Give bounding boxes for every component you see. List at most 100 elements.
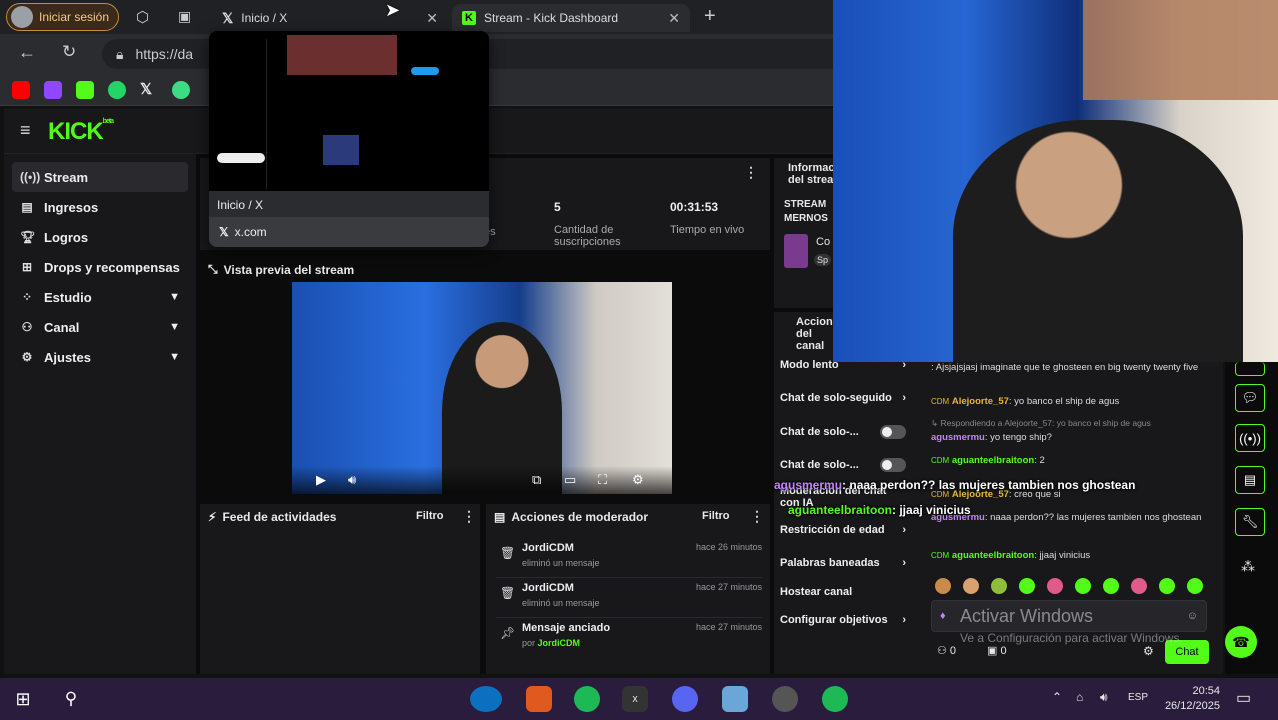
tab-kick-dashboard[interactable]: K Stream - Kick Dashboard ✕ [452, 4, 690, 32]
chevron-up-icon[interactable]: ⌃ [1052, 690, 1062, 704]
setting-goals[interactable]: Configurar objetivos › [780, 614, 906, 626]
mod-name[interactable]: JordiCDM [522, 542, 574, 554]
connections-icon[interactable]: ⁂ [1241, 558, 1255, 575]
setting-age-restriction[interactable]: Restricción de edad › [780, 524, 906, 536]
extension-bookmark-icon[interactable] [172, 81, 190, 99]
windows-start-icon[interactable]: ⊞ [10, 686, 36, 712]
toggle-switch[interactable] [880, 425, 906, 439]
list-item: 📌︎ Mensaje anciado por JordiCDM hace 27 … [496, 618, 762, 658]
spotify2-taskbar-icon[interactable] [822, 686, 848, 712]
play-icon[interactable]: ▶ [316, 472, 326, 488]
network-icon[interactable]: ⌂ [1076, 690, 1083, 704]
notepad-taskbar-icon[interactable] [722, 686, 748, 712]
setting-banned-words[interactable]: Palabras baneadas › [780, 557, 906, 569]
emote-icon[interactable] [1187, 578, 1203, 594]
tab-hover-preview[interactable]: Inicio / X 𝕏 x.com [209, 31, 489, 247]
mod-name[interactable]: JordiCDM [522, 582, 574, 594]
settings-icon[interactable]: ⚙ [632, 472, 644, 488]
kick-bookmark-icon[interactable] [76, 81, 94, 99]
avatar [11, 6, 33, 28]
emote-icon[interactable] [991, 578, 1007, 594]
setting-followers-only[interactable]: Chat de solo-seguido › [780, 392, 906, 404]
kick-logo[interactable]: KICKbeta [48, 118, 114, 146]
pip-icon[interactable]: ⧉ [532, 472, 541, 488]
notifications-icon[interactable]: ▭ [1236, 688, 1251, 708]
menu-icon[interactable]: ≡ [20, 120, 31, 141]
workspaces-icon[interactable]: ⬡ [136, 8, 149, 26]
new-tab-button[interactable]: + [704, 5, 716, 28]
sidebar-item-canal[interactable]: ⚇ Canal ▼ [12, 312, 188, 342]
discord-taskbar-icon[interactable] [672, 686, 698, 712]
obs-taskbar-icon[interactable] [772, 686, 798, 712]
setting-toggle-2[interactable]: Chat de solo-... [780, 458, 906, 472]
spotify-taskbar-icon[interactable] [574, 686, 600, 712]
toggle-switch[interactable] [880, 458, 906, 472]
theater-icon[interactable]: ▭ [564, 472, 576, 488]
close-icon[interactable]: ✕ [668, 10, 680, 27]
layout-icon[interactable]: ▤ [1235, 466, 1265, 494]
chat-username[interactable]: Alejoorte_57 [952, 396, 1009, 407]
sidebar-item-stream[interactable]: ((•)) Stream [12, 162, 188, 192]
emote-icon[interactable] [1159, 578, 1175, 594]
mod-time: hace 27 minutos [695, 582, 762, 592]
mod-time: hace 26 minutos [695, 542, 762, 552]
profile-sign-in-button[interactable]: Iniciar sesión [6, 3, 119, 31]
broadcast-icon[interactable]: ((•)) [1235, 424, 1265, 452]
emote-icon[interactable] [1103, 578, 1119, 594]
more-options-icon[interactable]: ⋮ [462, 508, 476, 525]
chat-username[interactable]: agusmermu [931, 432, 985, 443]
volume-icon[interactable]: 🔊︎ [1100, 690, 1108, 705]
filter-button[interactable]: Filtro [702, 510, 730, 522]
edge-taskbar-icon[interactable] [470, 686, 502, 712]
x-bookmark-icon[interactable]: 𝕏 [140, 80, 152, 98]
support-chat-icon[interactable]: ☎ [1225, 626, 1257, 658]
sidebar-item-drops[interactable]: ⊞ Drops y recompensas [12, 252, 188, 282]
stream-preview-video[interactable]: ▶ 🔊︎ ⧉ ▭ ⛶ ⚙ [292, 282, 672, 494]
close-icon[interactable]: ✕ [426, 10, 438, 27]
tab-actions-icon[interactable]: ▣ [178, 8, 191, 25]
emote-icon[interactable] [935, 578, 951, 594]
search-icon[interactable]: ⚲ [58, 686, 84, 712]
tab-x[interactable]: 𝕏 Inicio / X ✕ [212, 4, 448, 32]
xsplit-taskbar-icon[interactable]: X [622, 686, 648, 712]
language-indicator[interactable]: ESP [1128, 692, 1148, 703]
windows-activation-subtitle: Ve a Configuración para activar Windows. [960, 631, 1183, 645]
sidebar-item-estudio[interactable]: ⁘ Estudio ▼ [12, 282, 188, 312]
emote-icon[interactable] [1131, 578, 1147, 594]
emoji-picker-icon[interactable]: ☺ [1187, 610, 1198, 622]
volume-icon[interactable]: 🔊︎ [348, 472, 356, 488]
chat-bubble-icon[interactable]: 💬︎ [1235, 384, 1265, 412]
mod-by-user[interactable]: JordiCDM [538, 638, 581, 648]
chat-username[interactable]: aguanteelbraitoon [952, 455, 1034, 466]
back-arrow-icon[interactable]: ← [18, 42, 36, 63]
emote-icon[interactable] [1019, 578, 1035, 594]
emote-icon[interactable] [963, 578, 979, 594]
firefox-taskbar-icon[interactable] [526, 686, 552, 712]
chat-reply: ↳ Respondiendo a Alejoorte_57: yo banco … [931, 418, 1221, 429]
overlay-chat-line: agusmermu: naaa perdon?? las mujeres tam… [774, 478, 1135, 492]
mod-time: hace 27 minutos [695, 622, 762, 632]
sidebar-item-logros[interactable]: 🏆︎ Logros [12, 222, 188, 252]
setting-host-channel[interactable]: Hostear canal [780, 586, 906, 598]
emote-icon[interactable] [1075, 578, 1091, 594]
youtube-bookmark-icon[interactable] [12, 81, 30, 99]
chat-username[interactable]: aguanteelbraitoon [952, 550, 1034, 561]
sidebar-item-ingresos[interactable]: ▤ Ingresos [12, 192, 188, 222]
rail-button[interactable] [1235, 362, 1265, 376]
clock[interactable]: 20:54 26/12/2025 [1160, 684, 1220, 714]
twitch-bookmark-icon[interactable] [44, 81, 62, 99]
emote-icon[interactable]: ♦ [940, 610, 946, 622]
more-options-icon[interactable]: ⋮ [750, 508, 764, 525]
setting-toggle-1[interactable]: Chat de solo-... [780, 425, 906, 439]
fullscreen-icon[interactable]: ⛶ [598, 472, 607, 488]
wallet-icon: ▤ [21, 200, 33, 214]
mod-name[interactable]: Mensaje anciado [522, 622, 610, 634]
wrench-icon[interactable]: 🔧︎ [1235, 508, 1265, 536]
more-options-icon[interactable]: ⋮ [744, 164, 758, 181]
emote-icon[interactable] [1047, 578, 1063, 594]
filter-button[interactable]: Filtro [416, 510, 444, 522]
whatsapp-bookmark-icon[interactable] [108, 81, 126, 99]
sidebar-item-ajustes[interactable]: ⚙ Ajustes ▼ [12, 342, 188, 372]
reload-icon[interactable]: ↻ [62, 42, 76, 62]
settings-icon[interactable]: ⚙ [1143, 644, 1154, 658]
